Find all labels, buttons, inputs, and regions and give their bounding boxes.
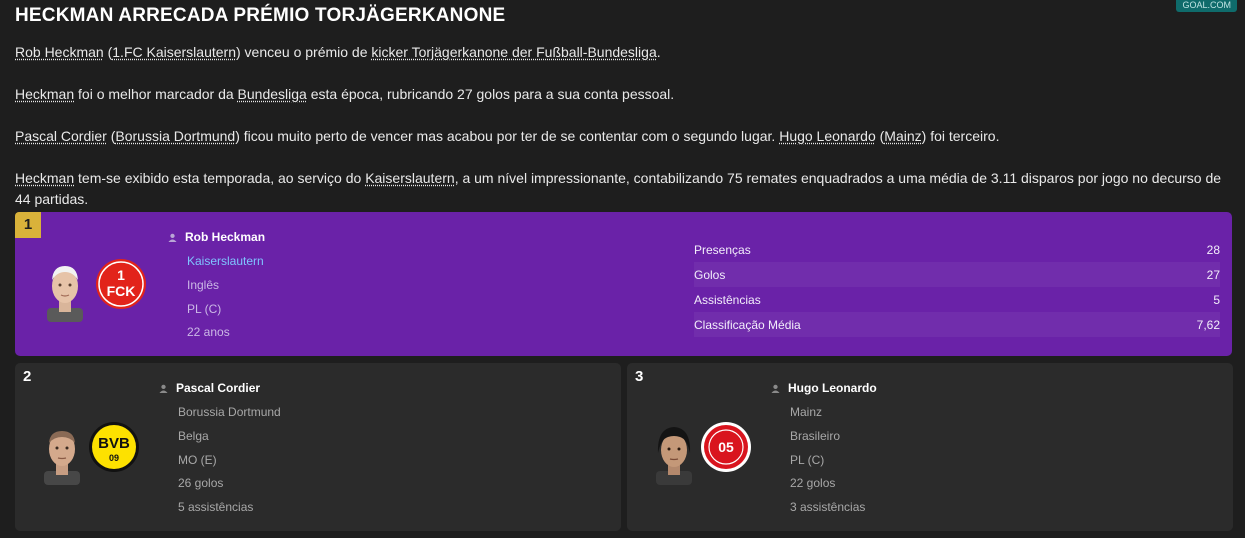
dortmund-crest-icon[interactable]: BVB 09 <box>88 421 140 473</box>
rank-number: 2 <box>23 368 32 385</box>
svg-text:1: 1 <box>117 267 125 283</box>
player-name[interactable]: Rob Heckman <box>168 230 265 244</box>
position: PL (C) <box>187 302 222 316</box>
stat-row: Classificação Média 7,62 <box>694 312 1220 337</box>
svg-text:FCK: FCK <box>107 283 136 299</box>
position: PL (C) <box>790 453 825 467</box>
player-face-icon[interactable] <box>40 423 84 485</box>
player-link[interactable]: Heckman <box>15 86 74 102</box>
svg-text:09: 09 <box>109 453 119 463</box>
mainz-crest-icon[interactable]: 05 <box>700 421 752 473</box>
club-link[interactable]: Kaiserslautern <box>187 254 264 268</box>
competition-link[interactable]: Bundesliga <box>238 86 307 102</box>
goals: 22 golos <box>790 476 836 490</box>
stat-row: Golos 27 <box>694 262 1220 287</box>
club-link[interactable]: 1.FC Kaiserslautern <box>112 44 236 60</box>
paragraph-4: Heckman tem-se exibido esta temporada, a… <box>15 170 1222 207</box>
player-link[interactable]: Hugo Leonardo <box>779 128 876 144</box>
person-icon <box>159 384 168 393</box>
player-face-icon[interactable] <box>652 423 696 485</box>
nationality: Belga <box>178 429 209 443</box>
paragraph-1: Rob Heckman (1.FC Kaiserslautern) venceu… <box>15 44 661 60</box>
club-link[interactable]: Mainz <box>790 405 822 419</box>
club-link[interactable]: Kaiserslautern <box>365 170 455 186</box>
club-link[interactable]: Borussia Dortmund <box>178 405 281 419</box>
player-name[interactable]: Hugo Leonardo <box>771 381 877 395</box>
svg-text:05: 05 <box>718 439 734 455</box>
player-link[interactable]: Rob Heckman <box>15 44 104 60</box>
assists: 3 assistências <box>790 500 866 514</box>
winner-card-third: 3 05 Hugo Leonardo Mainz Brasileiro PL (… <box>627 363 1233 531</box>
player-face-icon[interactable] <box>43 260 87 322</box>
kaiserslautern-crest-icon[interactable]: 1 FCK <box>95 258 147 310</box>
player-name[interactable]: Pascal Cordier <box>159 381 260 395</box>
player-link[interactable]: Pascal Cordier <box>15 128 107 144</box>
stat-row: Presenças 28 <box>694 242 1220 257</box>
paragraph-2: Heckman foi o melhor marcador da Bundesl… <box>15 86 675 102</box>
club-link[interactable]: Mainz <box>884 128 921 144</box>
source-tab[interactable]: GOAL.COM <box>1176 0 1237 12</box>
rank-badge: 1 <box>15 212 41 238</box>
rank-number: 3 <box>635 368 644 385</box>
assists: 5 assistências <box>178 500 254 514</box>
position: MO (E) <box>178 453 217 467</box>
paragraph-3: Pascal Cordier (Borussia Dortmund) ficou… <box>15 128 1000 144</box>
stat-row: Assistências 5 <box>694 292 1220 307</box>
age: 22 anos <box>187 325 230 339</box>
winner-card-second: 2 BVB 09 Pascal Cordier Borussia Dortmun… <box>15 363 621 531</box>
player-link[interactable]: Heckman <box>15 170 74 186</box>
goals: 26 golos <box>178 476 224 490</box>
person-icon <box>771 384 780 393</box>
award-link[interactable]: kicker Torjägerkanone der Fußball-Bundes… <box>371 44 656 60</box>
club-link[interactable]: Borussia Dortmund <box>115 128 235 144</box>
svg-text:BVB: BVB <box>98 435 130 452</box>
page-title: HECKMAN ARRECADA PRÉMIO TORJÄGERKANONE <box>15 5 506 26</box>
nationality: Inglês <box>187 278 220 292</box>
stats-table: Presenças 28 Golos 27 Assistências 5 Classi… <box>694 237 1220 337</box>
winner-card-first: 1 1 FCK Rob Heckman Kaiserslautern Inglê… <box>15 212 1232 356</box>
nationality: Brasileiro <box>790 429 841 443</box>
person-icon <box>168 233 177 242</box>
